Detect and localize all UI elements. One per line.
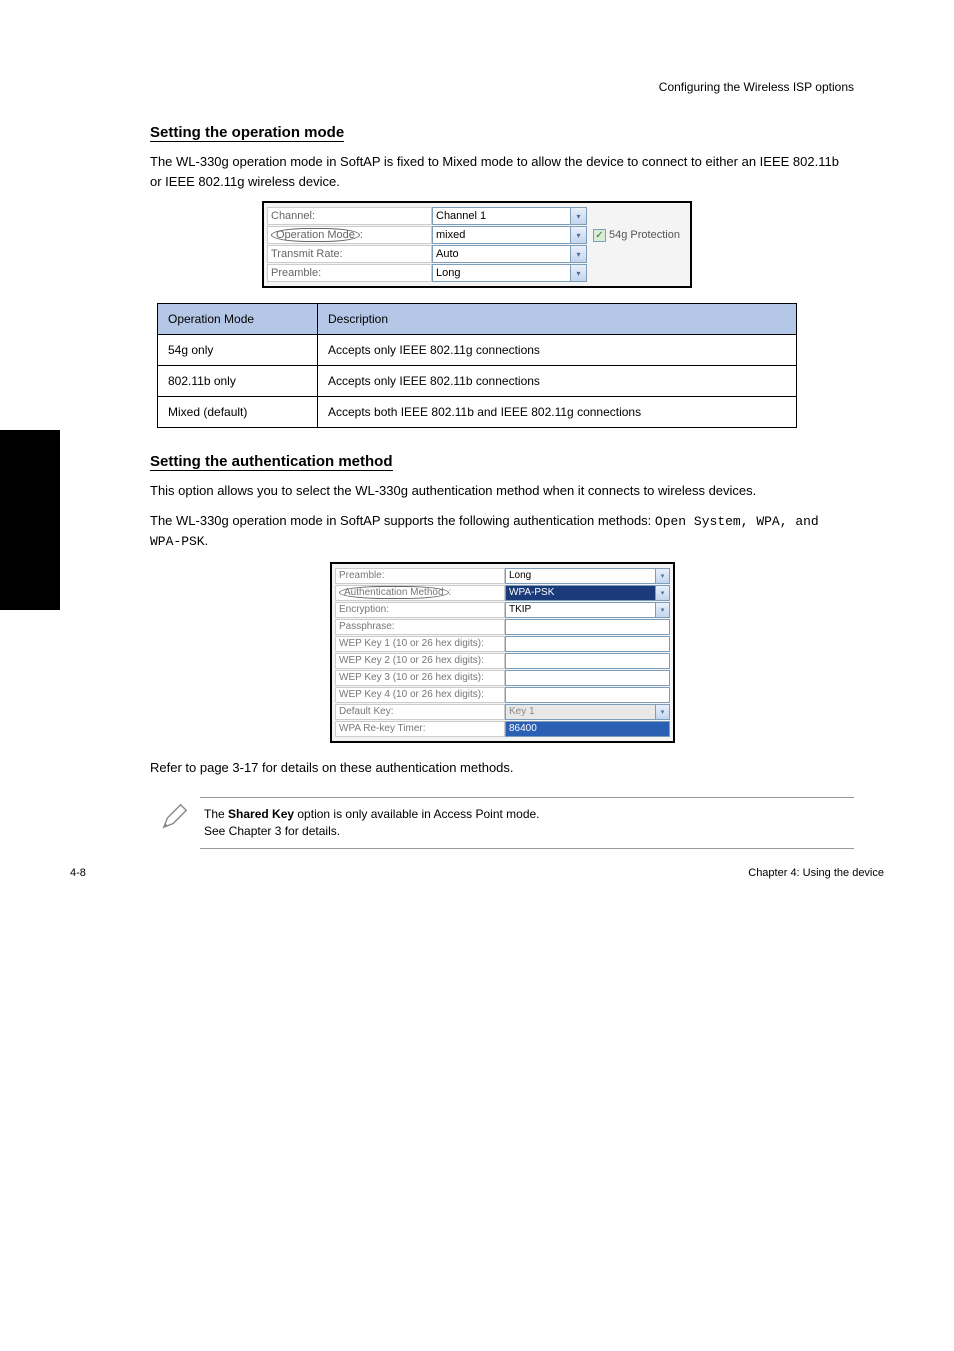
check-icon: ✓ xyxy=(593,229,606,242)
config-select[interactable]: Long▾ xyxy=(432,264,587,282)
config-row: Default Key:Key 1▾ xyxy=(335,704,670,720)
config-label: Authentication Method: xyxy=(335,585,505,601)
config-select[interactable]: WPA-PSK▾ xyxy=(505,585,670,601)
config-row: WEP Key 4 (10 or 26 hex digits): xyxy=(335,687,670,703)
chevron-down-icon[interactable]: ▾ xyxy=(570,246,586,262)
pencil-icon xyxy=(150,797,200,849)
config-input[interactable] xyxy=(505,636,670,652)
config-input[interactable]: 86400 xyxy=(505,721,670,737)
table-cell: Accepts only IEEE 802.11g connections xyxy=(318,335,797,366)
config-input[interactable] xyxy=(505,653,670,669)
config-label: Default Key: xyxy=(335,704,505,720)
table-row: 54g onlyAccepts only IEEE 802.11g connec… xyxy=(158,335,797,366)
config-label: Encryption: xyxy=(335,602,505,618)
config-label: Preamble: xyxy=(267,264,432,282)
table-row: 802.11b onlyAccepts only IEEE 802.11b co… xyxy=(158,366,797,397)
screenshot-auth-method: Preamble:Long▾Authentication Method:WPA-… xyxy=(330,562,675,743)
config-label: WEP Key 3 (10 or 26 hex digits): xyxy=(335,670,505,686)
chevron-down-icon[interactable]: ▾ xyxy=(655,603,669,617)
config-input[interactable] xyxy=(505,619,670,635)
page-number: 4-8 xyxy=(70,867,86,879)
config-input[interactable] xyxy=(505,670,670,686)
config-row: WEP Key 2 (10 or 26 hex digits): xyxy=(335,653,670,669)
config-label: Passphrase: xyxy=(335,619,505,635)
config-input[interactable] xyxy=(505,687,670,703)
note-content: The Shared Key option is only available … xyxy=(200,797,854,849)
config-row: Encryption:TKIP▾ xyxy=(335,602,670,618)
config-select[interactable]: TKIP▾ xyxy=(505,602,670,618)
paragraph-auth-method-1: This option allows you to select the WL-… xyxy=(150,481,854,501)
paragraph-auth-method-2: The WL-330g operation mode in SoftAP sup… xyxy=(150,511,854,552)
config-row: WEP Key 1 (10 or 26 hex digits): xyxy=(335,636,670,652)
note-box: The Shared Key option is only available … xyxy=(150,797,854,849)
paragraph-operation-mode: The WL-330g operation mode in SoftAP is … xyxy=(150,152,854,191)
table-header: Description xyxy=(318,304,797,335)
chevron-down-icon[interactable]: ▾ xyxy=(655,586,669,600)
chapter-label: Chapter 4: Using the device xyxy=(748,867,884,879)
table-row: Mixed (default)Accepts both IEEE 802.11b… xyxy=(158,397,797,428)
config-label: Transmit Rate: xyxy=(267,245,432,263)
config-label: Channel: xyxy=(267,207,432,225)
config-label: WPA Re-key Timer: xyxy=(335,721,505,737)
config-select[interactable]: Channel 1▾ xyxy=(432,207,587,225)
chevron-down-icon: ▾ xyxy=(655,705,669,719)
config-row: WEP Key 3 (10 or 26 hex digits): xyxy=(335,670,670,686)
chevron-down-icon[interactable]: ▾ xyxy=(570,208,586,224)
page-footer: 4-8 Chapter 4: Using the device xyxy=(70,867,884,879)
config-row: Operation Mode:mixed▾ ✓54g Protection xyxy=(267,226,687,244)
config-row: WPA Re-key Timer:86400 xyxy=(335,721,670,737)
table-cell: 802.11b only xyxy=(158,366,318,397)
chevron-down-icon[interactable]: ▾ xyxy=(570,227,586,243)
heading-auth-method: Setting the authentication method xyxy=(150,453,393,471)
config-select[interactable]: Auto▾ xyxy=(432,245,587,263)
table-cell: Accepts only IEEE 802.11b connections xyxy=(318,366,797,397)
table-cell: Mixed (default) xyxy=(158,397,318,428)
config-row: Channel:Channel 1▾ xyxy=(267,207,687,225)
config-select: Key 1▾ xyxy=(505,704,670,720)
side-tab xyxy=(0,430,60,610)
heading-operation-mode: Setting the operation mode xyxy=(150,124,344,142)
config-row: Preamble:Long▾ xyxy=(335,568,670,584)
chevron-down-icon[interactable]: ▾ xyxy=(570,265,586,281)
config-row: Preamble:Long▾ xyxy=(267,264,687,282)
chevron-down-icon[interactable]: ▾ xyxy=(655,569,669,583)
checkbox-label: 54g Protection xyxy=(609,229,680,241)
config-row: Transmit Rate:Auto▾ xyxy=(267,245,687,263)
config-row: Passphrase: xyxy=(335,619,670,635)
config-label: Operation Mode: xyxy=(267,226,432,244)
table-cell: Accepts both IEEE 802.11b and IEEE 802.1… xyxy=(318,397,797,428)
config-label: WEP Key 2 (10 or 26 hex digits): xyxy=(335,653,505,669)
config-row: Authentication Method:WPA-PSK▾ xyxy=(335,585,670,601)
screenshot-operation-mode: Channel:Channel 1▾Operation Mode:mixed▾ ✓… xyxy=(262,201,692,288)
table-header: Operation Mode xyxy=(158,304,318,335)
config-label: WEP Key 4 (10 or 26 hex digits): xyxy=(335,687,505,703)
config-select[interactable]: Long▾ xyxy=(505,568,670,584)
protection-checkbox[interactable]: ✓54g Protection xyxy=(593,229,680,242)
config-label: Preamble: xyxy=(335,568,505,584)
config-label: WEP Key 1 (10 or 26 hex digits): xyxy=(335,636,505,652)
operation-mode-table: Operation Mode Description 54g onlyAccep… xyxy=(157,303,797,428)
config-select[interactable]: mixed▾ xyxy=(432,226,587,244)
page-header: Configuring the Wireless ISP options xyxy=(150,80,854,94)
refer-text: Refer to page 3-17 for details on these … xyxy=(150,758,854,778)
table-cell: 54g only xyxy=(158,335,318,366)
